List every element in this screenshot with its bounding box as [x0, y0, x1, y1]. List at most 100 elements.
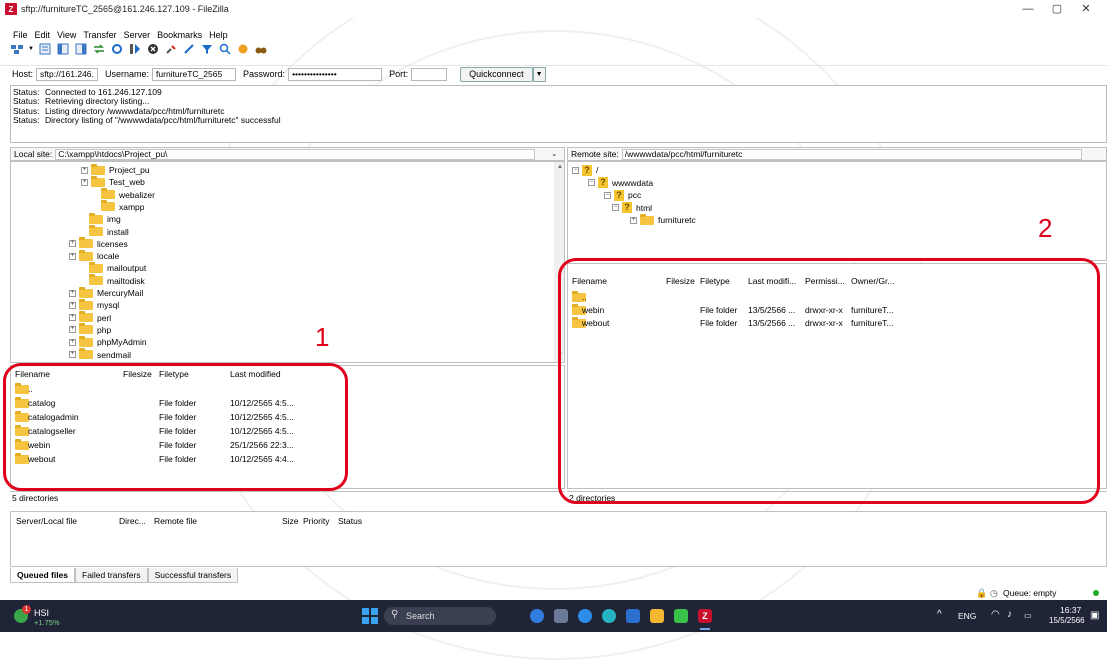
battery-icon[interactable]: ▭: [1024, 611, 1032, 620]
queue-col-size[interactable]: Size: [282, 516, 299, 526]
remote-tree-node[interactable]: −? /: [572, 164, 598, 176]
close-button[interactable]: ✕: [1071, 2, 1101, 16]
dropdown-icon[interactable]: ▼: [28, 42, 34, 56]
local-tree-node[interactable]: mailtodisk: [79, 274, 145, 287]
tray-overflow-icon[interactable]: ^: [937, 609, 942, 620]
process-queue-icon[interactable]: [128, 42, 142, 56]
expand-icon[interactable]: +: [69, 289, 76, 297]
disconnect-icon[interactable]: [164, 42, 178, 56]
compare-icon[interactable]: [236, 42, 250, 56]
remote-tree-node[interactable]: −? html: [612, 202, 652, 214]
menu-file[interactable]: File: [13, 30, 28, 40]
quickconnect-button[interactable]: Quickconnect: [460, 66, 533, 82]
local-directory-tree[interactable]: + Project_pu + Test_web webalizer xampp img ins…: [10, 161, 565, 363]
local-tree-node[interactable]: + mysql: [69, 298, 119, 311]
site-manager-icon[interactable]: [10, 42, 24, 56]
minimize-button[interactable]: —: [1013, 2, 1043, 16]
taskbar-search-box[interactable]: ⚲ Search: [384, 607, 496, 625]
expand-icon[interactable]: +: [69, 338, 76, 346]
maximize-button[interactable]: ▢: [1042, 2, 1072, 16]
local-tree-node[interactable]: + perl: [69, 311, 111, 324]
chevron-down-icon[interactable]: ⌄: [551, 150, 557, 158]
expand-icon[interactable]: +: [81, 178, 88, 186]
local-tree-node[interactable]: + licenses: [69, 237, 128, 250]
filter-icon[interactable]: [200, 42, 214, 56]
collapse-icon[interactable]: −: [612, 204, 619, 211]
scroll-up-icon[interactable]: ▲: [557, 164, 563, 170]
local-tree-node[interactable]: img: [79, 212, 121, 225]
local-tree-node[interactable]: webalizer: [91, 188, 155, 201]
message-log[interactable]: Status: Connected to 161.246.127.109 Stat…: [10, 85, 1107, 143]
host-input[interactable]: [36, 67, 99, 81]
remote-tree-node[interactable]: + furnituretc: [630, 213, 696, 226]
remote-directory-tree[interactable]: −? / −? wwwwdata −? pcc −? html + furnituretc: [567, 161, 1107, 261]
local-tree-node[interactable]: mailoutput: [79, 261, 146, 274]
toggle-local-tree-icon[interactable]: [56, 42, 70, 56]
expand-icon[interactable]: +: [81, 166, 88, 174]
mail-icon[interactable]: [626, 609, 640, 623]
collapse-icon[interactable]: −: [588, 179, 595, 186]
volume-icon[interactable]: ♪: [1007, 609, 1012, 620]
tab-failed-transfers[interactable]: Failed transfers: [75, 568, 148, 583]
queue-col-priority[interactable]: Priority: [303, 516, 329, 526]
edge-browser-icon[interactable]: [578, 609, 592, 623]
expand-icon[interactable]: +: [69, 351, 76, 358]
queue-col-direction[interactable]: Direc...: [119, 516, 146, 526]
local-tree-node[interactable]: install: [79, 225, 129, 238]
local-tree-node[interactable]: + phpMyAdmin: [69, 335, 147, 348]
windows-start-icon[interactable]: [362, 608, 378, 624]
language-indicator[interactable]: ENG: [958, 611, 976, 621]
local-site-path-input[interactable]: [55, 148, 536, 160]
search-icon[interactable]: [218, 42, 232, 56]
remote-tree-node[interactable]: −? pcc: [604, 189, 641, 201]
menu-transfer[interactable]: Transfer: [83, 30, 116, 40]
widget-name[interactable]: HSI: [34, 608, 49, 618]
menu-edit[interactable]: Edit: [35, 30, 51, 40]
tab-queued-files[interactable]: Queued files: [10, 568, 76, 583]
remote-site-path-input[interactable]: [621, 148, 1082, 160]
filezilla-taskbar-icon[interactable]: Z: [698, 609, 712, 623]
collapse-icon[interactable]: −: [604, 191, 611, 199]
expand-icon[interactable]: +: [630, 216, 637, 224]
password-input[interactable]: [288, 67, 383, 81]
local-tree-node[interactable]: + php: [69, 323, 111, 336]
transfer-queue[interactable]: Server/Local file Direc... Remote file S…: [10, 511, 1107, 567]
chrome-like-browser-icon[interactable]: [602, 609, 616, 623]
username-input[interactable]: [152, 67, 237, 81]
menu-view[interactable]: View: [57, 30, 76, 40]
expand-icon[interactable]: +: [69, 252, 76, 260]
remote-tree-node[interactable]: −? wwwwdata: [588, 177, 653, 189]
expand-icon[interactable]: +: [69, 301, 76, 309]
clock-date[interactable]: 15/5/2566: [1049, 616, 1085, 625]
local-tree-node[interactable]: + Project_pu: [81, 163, 150, 176]
local-tree-node[interactable]: + Test_web: [81, 175, 145, 188]
reconnect-icon[interactable]: [182, 42, 196, 56]
quickconnect-dropdown-button[interactable]: ▼: [532, 66, 546, 82]
queue-col-remote-file[interactable]: Remote file: [154, 516, 197, 526]
toggle-queue-icon[interactable]: [92, 42, 106, 56]
queue-col-local-file[interactable]: Server/Local file: [16, 516, 77, 526]
menu-bookmarks[interactable]: Bookmarks: [157, 30, 202, 40]
line-chat-icon[interactable]: [674, 609, 688, 623]
cancel-icon[interactable]: [146, 42, 160, 56]
local-tree-node[interactable]: xampp: [91, 200, 145, 213]
task-view-icon[interactable]: [554, 609, 568, 623]
binoculars-icon[interactable]: [254, 42, 268, 56]
expand-icon[interactable]: +: [69, 326, 76, 334]
local-tree-node[interactable]: + locale: [69, 249, 119, 262]
expand-icon[interactable]: +: [69, 314, 76, 322]
queue-col-status[interactable]: Status: [338, 516, 362, 526]
local-tree-node[interactable]: + sendmail: [69, 348, 131, 361]
notification-icon[interactable]: ▣: [1090, 610, 1099, 621]
clock-time[interactable]: 16:37: [1060, 605, 1081, 615]
menu-help[interactable]: Help: [209, 30, 228, 40]
refresh-icon[interactable]: [110, 42, 124, 56]
file-explorer-icon[interactable]: [650, 609, 664, 623]
toggle-remote-tree-icon[interactable]: [74, 42, 88, 56]
toggle-log-icon[interactable]: [38, 42, 52, 56]
local-tree-node[interactable]: + MercuryMail: [69, 286, 143, 299]
collapse-icon[interactable]: −: [572, 166, 579, 174]
port-input[interactable]: [411, 67, 448, 81]
menu-server[interactable]: Server: [124, 30, 151, 40]
wifi-icon[interactable]: ◠: [991, 609, 1000, 620]
